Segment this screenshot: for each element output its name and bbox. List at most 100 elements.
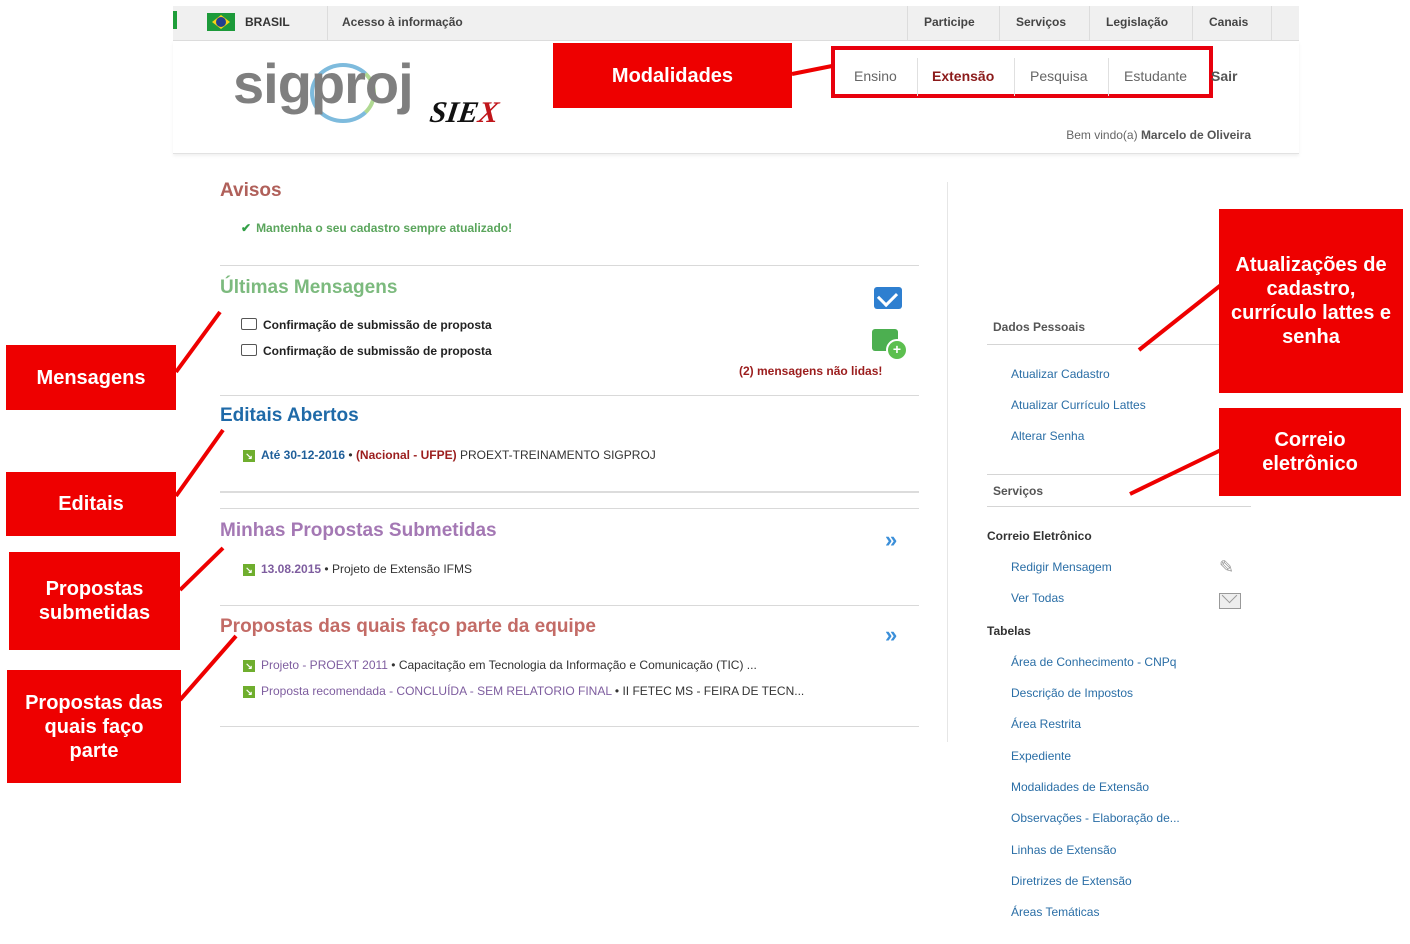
divider bbox=[999, 6, 1000, 40]
proposta-date: 13.08.2015 bbox=[261, 562, 322, 576]
gov-bar-accent bbox=[173, 11, 177, 29]
logout-link[interactable]: Sair bbox=[1211, 68, 1237, 84]
equipe-name: Capacitação em Tecnologia da Informação … bbox=[398, 658, 757, 672]
divider bbox=[220, 605, 919, 606]
divider bbox=[1014, 58, 1015, 96]
message-item[interactable]: Confirmação de submissão de proposta bbox=[241, 344, 492, 358]
message-subject: Confirmação de submissão de proposta bbox=[263, 318, 492, 332]
ver-todas-link[interactable]: Ver Todas bbox=[1011, 591, 1064, 605]
annotation-modalidades: Modalidades bbox=[553, 43, 792, 108]
aviso-item: ✔ Mantenha o seu cadastro sempre atualiza… bbox=[241, 221, 512, 235]
divider bbox=[327, 6, 328, 40]
alterar-senha-link[interactable]: Alterar Senha bbox=[1011, 429, 1084, 443]
servicos-link[interactable]: Serviços bbox=[1016, 15, 1066, 29]
mail-icon[interactable] bbox=[1219, 593, 1241, 609]
annotation-propostas: Propostas submetidas bbox=[9, 552, 180, 650]
new-message-icon[interactable]: + bbox=[872, 329, 908, 361]
annotation-atualizacoes: Atualizações de cadastro, currículo latt… bbox=[1219, 209, 1403, 393]
aviso-text: Mantenha o seu cadastro sempre atualizad… bbox=[256, 221, 513, 235]
divider bbox=[1089, 6, 1090, 40]
compose-pencil-icon[interactable]: ✎ bbox=[1219, 557, 1234, 578]
siex-logo: SIEX bbox=[427, 96, 501, 129]
propostas-equipe-title: Propostas das quais faço parte da equipe bbox=[220, 616, 596, 637]
minhas-propostas-title: Minhas Propostas Submetidas bbox=[220, 520, 497, 541]
divider bbox=[987, 344, 1251, 345]
canais-link[interactable]: Canais bbox=[1209, 15, 1248, 29]
edital-date: Até 30-12-2016 bbox=[261, 448, 346, 462]
tabela-link[interactable]: Área de Conhecimento - CNPq bbox=[1011, 655, 1176, 669]
message-subject: Confirmação de submissão de proposta bbox=[263, 344, 492, 358]
unread-messages-link[interactable]: (2) mensagens não lidas! bbox=[739, 364, 882, 378]
check-icon: ✔ bbox=[241, 221, 252, 235]
divider bbox=[220, 508, 919, 509]
annotation-editais: Editais bbox=[6, 472, 176, 536]
atualizar-cadastro-link[interactable]: Atualizar Cadastro bbox=[1011, 367, 1110, 381]
divider bbox=[220, 265, 919, 266]
tabelas-title: Tabelas bbox=[987, 624, 1031, 638]
brasil-link[interactable]: BRASIL bbox=[245, 15, 290, 29]
participe-link[interactable]: Participe bbox=[924, 15, 975, 29]
equipe-name: II FETEC MS - FEIRA DE TECN... bbox=[622, 684, 805, 698]
brazil-flag-icon[interactable] bbox=[207, 13, 235, 31]
edital-item[interactable]: ↘ Até 30-12-2016 • (Nacional - UFPE) PROE… bbox=[243, 448, 656, 462]
edital-scope: (Nacional - UFPE) bbox=[355, 448, 457, 462]
divider bbox=[220, 395, 919, 396]
double-chevron-icon[interactable]: » bbox=[885, 622, 897, 648]
edital-name: PROEXT-TREINAMENTO SIGPROJ bbox=[459, 448, 656, 462]
avisos-title: Avisos bbox=[220, 180, 282, 201]
inbox-icon[interactable] bbox=[874, 287, 902, 309]
divider bbox=[1271, 6, 1272, 40]
divider bbox=[1192, 6, 1193, 40]
equipe-item[interactable]: ↘ Proposta recomendada - CONCLUÍDA - SEM … bbox=[243, 684, 804, 698]
divider bbox=[917, 58, 918, 96]
sigproj-logo[interactable]: sigproj bbox=[233, 51, 414, 116]
divider bbox=[1108, 58, 1109, 96]
gov-bar: BRASIL Acesso à informação Participe Ser… bbox=[173, 6, 1299, 41]
sigproj-page: BRASIL Acesso à informação Participe Ser… bbox=[173, 6, 1299, 944]
divider bbox=[987, 474, 1251, 475]
annotation-equipe: Propostas das quais faço parte bbox=[7, 670, 181, 783]
tabela-link[interactable]: Linhas de Extensão bbox=[1011, 843, 1116, 857]
divider bbox=[220, 491, 919, 493]
equipe-type: Projeto - PROEXT 2011 bbox=[261, 658, 388, 672]
atualizar-curriculo-link[interactable]: Atualizar Currículo Lattes bbox=[1011, 398, 1146, 412]
tabela-link[interactable]: Descrição de Impostos bbox=[1011, 686, 1133, 700]
double-chevron-icon[interactable]: » bbox=[885, 527, 897, 553]
modality-pesquisa[interactable]: Pesquisa bbox=[1030, 68, 1088, 84]
envelope-icon bbox=[241, 344, 257, 356]
arrow-box-icon: ↘ bbox=[243, 564, 255, 576]
arrow-box-icon: ↘ bbox=[243, 450, 255, 462]
tabela-link[interactable]: Diretrizes de Extensão bbox=[1011, 874, 1132, 888]
tabela-link[interactable]: Áreas Temáticas bbox=[1011, 905, 1099, 919]
equipe-item[interactable]: ↘ Projeto - PROEXT 2011 • Capacitação em … bbox=[243, 658, 757, 672]
editais-abertos-title: Editais Abertos bbox=[220, 405, 359, 426]
servicos-title: Serviços bbox=[993, 484, 1044, 498]
welcome-prefix: Bem vindo(a) bbox=[1066, 128, 1138, 142]
divider bbox=[907, 6, 908, 40]
proposta-name: Projeto de Extensão IFMS bbox=[331, 562, 473, 576]
tabela-link[interactable]: Modalidades de Extensão bbox=[1011, 780, 1149, 794]
divider bbox=[220, 726, 919, 727]
modality-extensao[interactable]: Extensão bbox=[932, 68, 994, 84]
ultimas-mensagens-title: Últimas Mensagens bbox=[220, 277, 398, 298]
redigir-mensagem-link[interactable]: Redigir Mensagem bbox=[1011, 560, 1112, 574]
annotation-mensagens: Mensagens bbox=[6, 345, 176, 410]
arrow-box-icon: ↘ bbox=[243, 686, 255, 698]
message-item[interactable]: Confirmação de submissão de proposta bbox=[241, 318, 492, 332]
modality-ensino[interactable]: Ensino bbox=[854, 68, 897, 84]
arrow-box-icon: ↘ bbox=[243, 660, 255, 672]
acesso-informacao-link[interactable]: Acesso à informação bbox=[342, 15, 463, 29]
equipe-type: Proposta recomendada - CONCLUÍDA - SEM R… bbox=[261, 684, 612, 698]
tabela-link[interactable]: Observações - Elaboração de... bbox=[1011, 811, 1180, 825]
tabela-link[interactable]: Área Restrita bbox=[1011, 717, 1081, 731]
annotation-correio: Correio eletrônico bbox=[1219, 408, 1401, 496]
welcome-user: Marcelo de Oliveira bbox=[1140, 128, 1251, 142]
column-divider bbox=[947, 182, 948, 742]
modality-estudante[interactable]: Estudante bbox=[1124, 68, 1187, 84]
welcome-message: Bem vindo(a) Marcelo de Oliveira bbox=[1043, 128, 1251, 142]
correio-eletronico-title: Correio Eletrônico bbox=[987, 529, 1092, 543]
tabela-link[interactable]: Expediente bbox=[1011, 749, 1071, 763]
legislacao-link[interactable]: Legislação bbox=[1106, 15, 1168, 29]
dados-pessoais-title: Dados Pessoais bbox=[993, 320, 1086, 334]
proposta-item[interactable]: ↘ 13.08.2015 • Projeto de Extensão IFMS bbox=[243, 562, 472, 576]
